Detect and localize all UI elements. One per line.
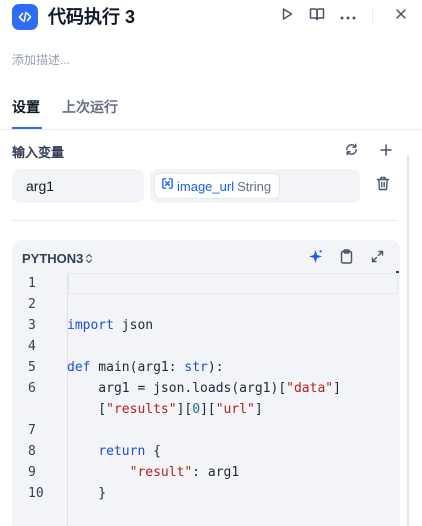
more-icon: [340, 7, 356, 25]
section-divider: [12, 220, 398, 221]
expand-icon: [371, 250, 384, 268]
line-number: 8: [28, 444, 36, 459]
code-token: : arg1: [192, 465, 240, 480]
sync-variables-button[interactable]: [341, 142, 361, 162]
variable-chip: image_url String: [154, 173, 281, 199]
refresh-icon: [344, 142, 359, 162]
code-line[interactable]: }: [67, 483, 106, 504]
code-line[interactable]: "result": arg1: [67, 462, 240, 483]
expand-editor-button[interactable]: [367, 249, 387, 269]
code-editor: PYTHON3 1 2 3 import json 4 5 def main(arg1: s…: [12, 240, 400, 526]
clipboard-icon: [340, 249, 353, 269]
language-select[interactable]: PYTHON3: [22, 251, 93, 266]
panel-scrollbar[interactable]: [407, 155, 409, 526]
plus-icon: [380, 143, 392, 161]
code-token: ]: [254, 402, 263, 417]
active-tab-indicator: [12, 127, 42, 129]
code-line[interactable]: ["results"][0]["url"]: [67, 399, 263, 420]
code-token: "results": [106, 402, 177, 417]
tab-settings[interactable]: 设置: [12, 98, 40, 116]
run-button[interactable]: [277, 6, 297, 26]
panel-header: 代码执行 3: [0, 0, 422, 34]
variable-ref-name: image_url: [177, 178, 235, 194]
copy-code-button[interactable]: [336, 249, 356, 269]
code-token: main(arg1:: [90, 360, 185, 375]
help-doc-button[interactable]: [307, 6, 327, 26]
tab-last-run[interactable]: 上次运行: [62, 98, 118, 116]
sort-arrows-icon: [85, 253, 93, 264]
language-label: PYTHON3: [22, 251, 84, 266]
code-line[interactable]: arg1 = json.loads(arg1)["data"]: [67, 378, 341, 399]
close-button[interactable]: [391, 6, 411, 26]
line-number: 5: [28, 360, 36, 375]
add-variable-button[interactable]: [376, 142, 396, 162]
description-input[interactable]: 添加描述...: [12, 52, 70, 68]
code-token: json: [113, 318, 154, 333]
line-number: 3: [28, 318, 36, 333]
line-number: 2: [28, 297, 36, 312]
code-token: ][: [200, 402, 216, 417]
code-line[interactable]: import json: [67, 315, 153, 336]
code-token: ][: [176, 402, 193, 417]
play-icon: [280, 7, 294, 26]
header-divider: [372, 9, 373, 23]
code-token: }: [67, 486, 107, 501]
sparkle-icon: [308, 249, 323, 269]
code-token: "data": [286, 381, 334, 396]
trash-icon: [376, 176, 390, 196]
input-variables-label: 输入变量: [12, 145, 65, 160]
code-line[interactable]: return {: [67, 441, 161, 462]
active-line-highlight: [68, 273, 398, 294]
delete-variable-button[interactable]: [373, 176, 393, 196]
more-button[interactable]: [338, 6, 358, 26]
code-token: 0: [192, 402, 201, 417]
line-number: 4: [28, 339, 36, 354]
variable-ref-icon: [161, 177, 174, 195]
code-token: str: [184, 360, 208, 375]
code-token: {: [145, 444, 161, 459]
line-number: 1: [28, 276, 36, 291]
code-token: return: [98, 444, 146, 459]
book-icon: [309, 7, 325, 26]
code-token: ):: [207, 360, 224, 375]
code-area[interactable]: 1 2 3 import json 4 5 def main(arg1: str): 6 ar…: [12, 273, 400, 526]
variable-value-selector[interactable]: image_url String: [150, 169, 360, 203]
line-number: 6: [28, 381, 36, 396]
close-icon: [395, 7, 407, 25]
line-number: 7: [28, 423, 36, 438]
code-token: import: [67, 318, 114, 333]
code-icon: [12, 4, 38, 30]
code-token: "url": [215, 402, 255, 417]
variable-name-input[interactable]: arg1: [12, 169, 144, 203]
code-token: "result": [129, 465, 193, 480]
code-line[interactable]: def main(arg1: str):: [67, 357, 224, 378]
variable-ref-type: String: [237, 178, 272, 194]
code-token: def: [67, 360, 91, 375]
line-number: 10: [28, 486, 44, 501]
node-title[interactable]: 代码执行 3: [48, 6, 135, 28]
line-number: 9: [28, 465, 36, 480]
code-token: arg1 = json.loads(arg1)[: [67, 381, 287, 396]
tab-bar: 设置 上次运行: [0, 94, 422, 130]
code-token: ]: [333, 381, 341, 396]
code-token: [: [67, 402, 107, 417]
ai-generate-button[interactable]: [305, 249, 325, 269]
